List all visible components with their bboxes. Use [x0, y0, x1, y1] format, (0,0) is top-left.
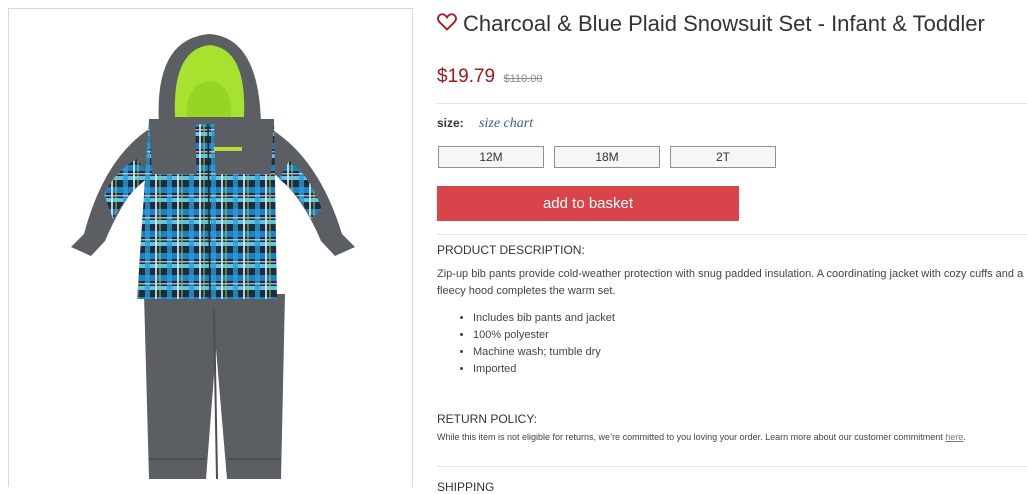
return-policy-body: While this item is not eligible for retu… — [437, 432, 946, 442]
product-title: Charcoal & Blue Plaid Snowsuit Set - Inf… — [463, 11, 985, 36]
return-policy-heading: RETURN POLICY: — [437, 412, 538, 426]
price-row: $19.79 $110.00 — [437, 66, 543, 88]
shipping-heading: SHIPPING — [437, 480, 495, 494]
title-row: Charcoal & Blue Plaid Snowsuit Set - Inf… — [437, 11, 985, 37]
size-option-12m[interactable]: 12M — [438, 146, 544, 168]
divider — [437, 103, 1027, 104]
size-chart-link[interactable]: size chart — [479, 116, 533, 131]
size-label: size: — [437, 116, 464, 130]
heart-outline-icon[interactable] — [437, 12, 457, 36]
size-row: size: size chart — [437, 116, 533, 132]
product-info: Charcoal & Blue Plaid Snowsuit Set - Inf… — [437, 0, 1027, 494]
size-option-18m[interactable]: 18M — [554, 146, 660, 168]
list-item: Imported — [473, 361, 615, 378]
product-image-frame — [8, 8, 413, 487]
return-policy-link[interactable]: here — [945, 432, 963, 442]
list-item: 100% polyester — [473, 327, 615, 344]
description-heading: PRODUCT DESCRIPTION: — [437, 243, 585, 257]
return-policy-suffix: . — [963, 432, 966, 442]
divider — [437, 234, 1027, 235]
return-policy-text: While this item is not eligible for retu… — [437, 430, 1027, 445]
add-to-basket-button[interactable]: add to basket — [437, 186, 739, 221]
divider — [437, 466, 1027, 467]
size-option-2t[interactable]: 2T — [670, 146, 776, 168]
original-price: $110.00 — [503, 73, 543, 85]
sale-price: $19.79 — [437, 66, 496, 87]
description-text: Zip-up bib pants provide cold-weather pr… — [437, 268, 1024, 297]
list-item: Machine wash; tumble dry — [473, 344, 615, 361]
description-bullets: Includes bib pants and jacket 100% polye… — [437, 310, 615, 378]
product-image — [71, 34, 355, 480]
list-item: Includes bib pants and jacket — [473, 310, 615, 327]
